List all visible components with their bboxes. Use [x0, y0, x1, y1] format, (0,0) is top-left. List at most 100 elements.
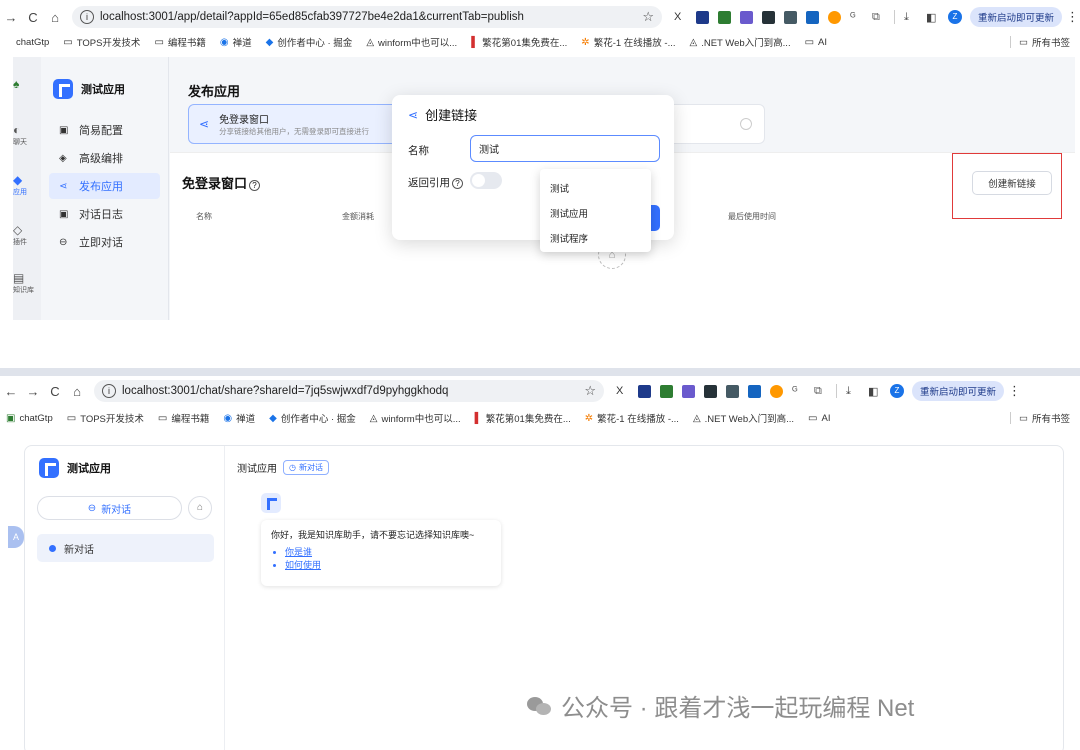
- download-icon[interactable]: ⤓: [846, 385, 859, 398]
- address-bar[interactable]: i localhost:3001/chat/share?shareId=7jq5…: [94, 380, 604, 402]
- site-info-icon[interactable]: i: [102, 384, 116, 398]
- bookmark-item[interactable]: ◬ winform中也可以...: [370, 411, 461, 426]
- help-icon[interactable]: ?: [249, 180, 261, 191]
- site-info-icon[interactable]: i: [80, 10, 94, 24]
- url-text[interactable]: localhost:3001/chat/share?shareId=7jq5sw…: [122, 385, 584, 397]
- quote-toggle[interactable]: [470, 172, 502, 189]
- create-link-button[interactable]: 创建新链接: [972, 171, 1052, 195]
- extension-icon[interactable]: [740, 10, 753, 24]
- radio[interactable]: [740, 118, 752, 130]
- extension-icon[interactable]: ᴳ: [792, 385, 805, 398]
- menu-item-advanced[interactable]: ◈ 高级编排: [49, 145, 160, 171]
- bookmark-item[interactable]: ▭ AI: [805, 37, 827, 48]
- extension-icon[interactable]: [696, 10, 709, 24]
- bookmark-item[interactable]: ▌ 繁花第01集免费在...: [475, 411, 571, 426]
- forward-icon[interactable]: →: [22, 384, 44, 399]
- extension-icon[interactable]: [682, 384, 695, 398]
- lock-icon[interactable]: ⌂: [188, 496, 212, 520]
- rail-item-apps[interactable]: ◆ 应用: [13, 173, 41, 197]
- new-chat-button[interactable]: ⊖ 新对话: [37, 496, 182, 520]
- bookmark-item[interactable]: ◬ .NET Web入门到高...: [693, 411, 794, 426]
- menu-item-chat-now[interactable]: ⊖ 立即对话: [49, 229, 160, 255]
- bookmark-item[interactable]: ◉ 禅道: [223, 411, 255, 426]
- rail-item[interactable]: ◇ 插件: [13, 223, 41, 247]
- history-item[interactable]: 新对话: [37, 534, 214, 562]
- bookmark-item[interactable]: ◉ 禅道: [220, 35, 252, 50]
- rail-item[interactable]: ◐ 聊天: [13, 123, 41, 147]
- help-icon[interactable]: ?: [452, 178, 463, 189]
- x-icon[interactable]: X: [616, 385, 629, 398]
- rail-item[interactable]: ♠: [13, 77, 41, 91]
- reload-icon[interactable]: C: [44, 384, 66, 399]
- sidepanel-icon[interactable]: ◧: [926, 11, 939, 24]
- name-input[interactable]: 测试: [470, 135, 660, 162]
- bookmark-item[interactable]: ▭ AI: [808, 413, 830, 424]
- bookmark-item[interactable]: ▭ 编程书籍: [157, 411, 209, 426]
- update-button[interactable]: 重新启动即可更新: [970, 7, 1063, 27]
- bookmark-item[interactable]: ▭ TOPS开发技术: [67, 411, 144, 426]
- bookmark-item[interactable]: ▌ 繁花第01集免费在...: [471, 35, 567, 50]
- menu-item-logs[interactable]: ▣ 对话日志: [49, 201, 160, 227]
- extension-icon[interactable]: [828, 10, 841, 24]
- extension-icon[interactable]: [638, 384, 651, 398]
- juejin-icon: ◆: [265, 36, 274, 48]
- bookmark-item[interactable]: ▣ chatGtp: [6, 413, 53, 424]
- new-chat-tag[interactable]: ◷ 新对话: [283, 460, 329, 475]
- dropdown-option[interactable]: 测试程序: [540, 225, 651, 250]
- suggestion-link[interactable]: 你是谁: [285, 546, 491, 559]
- app-name: 测试应用: [67, 463, 111, 475]
- bookmark-item[interactable]: ✲ 繁花-1 在线播放 -...: [584, 411, 679, 426]
- bookmark-item[interactable]: ◬ winform中也可以...: [366, 35, 457, 50]
- dropdown-option[interactable]: 测试: [540, 175, 651, 200]
- folder-icon: ▭: [157, 412, 168, 424]
- page-title: 发布应用: [188, 84, 241, 99]
- bookmark-item[interactable]: chatGtp: [16, 37, 49, 48]
- extension-icon[interactable]: [762, 10, 775, 24]
- all-bookmarks[interactable]: ▭ 所有书签: [1010, 411, 1070, 426]
- profile-avatar[interactable]: Z: [948, 10, 962, 24]
- menu-item-publish[interactable]: ⋖ 发布应用: [49, 173, 160, 199]
- home-icon[interactable]: ⌂: [66, 384, 88, 399]
- bookmark-item[interactable]: ✲ 繁花-1 在线播放 -...: [581, 35, 675, 50]
- bookmark-item[interactable]: ◆ 创作者中心 · 掘金: [265, 35, 353, 50]
- extension-icon[interactable]: [718, 10, 731, 24]
- bookmark-item[interactable]: ▭ TOPS开发技术: [63, 35, 140, 50]
- menu-item-simple-config[interactable]: ▣ 简易配置: [49, 117, 160, 143]
- video-icon: ✲: [584, 412, 594, 424]
- profile-avatar[interactable]: Z: [890, 384, 904, 398]
- bookmark-star-icon[interactable]: ☆: [584, 383, 596, 399]
- column-header: 金额消耗: [342, 212, 374, 221]
- extension-icon[interactable]: ᴳ: [850, 11, 863, 24]
- menu-kebab-icon[interactable]: ⋮: [1008, 383, 1021, 399]
- update-button[interactable]: 重新启动即可更新: [912, 381, 1005, 401]
- download-icon[interactable]: ⤓: [904, 11, 917, 24]
- dropdown-option[interactable]: 测试应用: [540, 200, 651, 225]
- bookmark-item[interactable]: ◬ .NET Web入门到高...: [690, 35, 791, 50]
- menu-kebab-icon[interactable]: ⋮: [1066, 9, 1079, 25]
- puzzle-icon[interactable]: ⧉: [814, 385, 827, 398]
- reload-icon[interactable]: C: [22, 10, 44, 25]
- home-icon[interactable]: ⌂: [44, 10, 66, 25]
- extension-icon[interactable]: [784, 10, 797, 24]
- url-text[interactable]: localhost:3001/app/detail?appId=65ed85cf…: [100, 11, 642, 23]
- extension-icon[interactable]: [770, 384, 783, 398]
- suggestion-link[interactable]: 如何使用: [285, 559, 491, 572]
- all-bookmarks[interactable]: ▭ 所有书签: [1010, 35, 1070, 50]
- rail-item[interactable]: ▤ 知识库: [13, 271, 41, 295]
- back-icon[interactable]: ←: [0, 384, 22, 399]
- forward-icon[interactable]: →: [0, 10, 22, 25]
- sidepanel-icon[interactable]: ◧: [868, 385, 881, 398]
- plugin-rail-icon: ◇: [13, 223, 23, 237]
- puzzle-icon[interactable]: ⧉: [872, 11, 885, 24]
- bookmark-star-icon[interactable]: ☆: [642, 9, 654, 25]
- bookmark-item[interactable]: ▭ 编程书籍: [154, 35, 205, 50]
- bookmark-item[interactable]: ◆ 创作者中心 · 掘金: [269, 411, 356, 426]
- x-icon[interactable]: X: [674, 11, 687, 24]
- address-bar[interactable]: i localhost:3001/app/detail?appId=65ed85…: [72, 6, 662, 28]
- extension-icon[interactable]: [748, 384, 761, 398]
- extension-icon[interactable]: [704, 384, 717, 398]
- extension-icon[interactable]: [660, 384, 673, 398]
- extension-icon[interactable]: [726, 384, 739, 398]
- extension-icon[interactable]: [806, 10, 819, 24]
- browser-toolbar: → C ⌂ i localhost:3001/app/detail?appId=…: [0, 4, 1080, 30]
